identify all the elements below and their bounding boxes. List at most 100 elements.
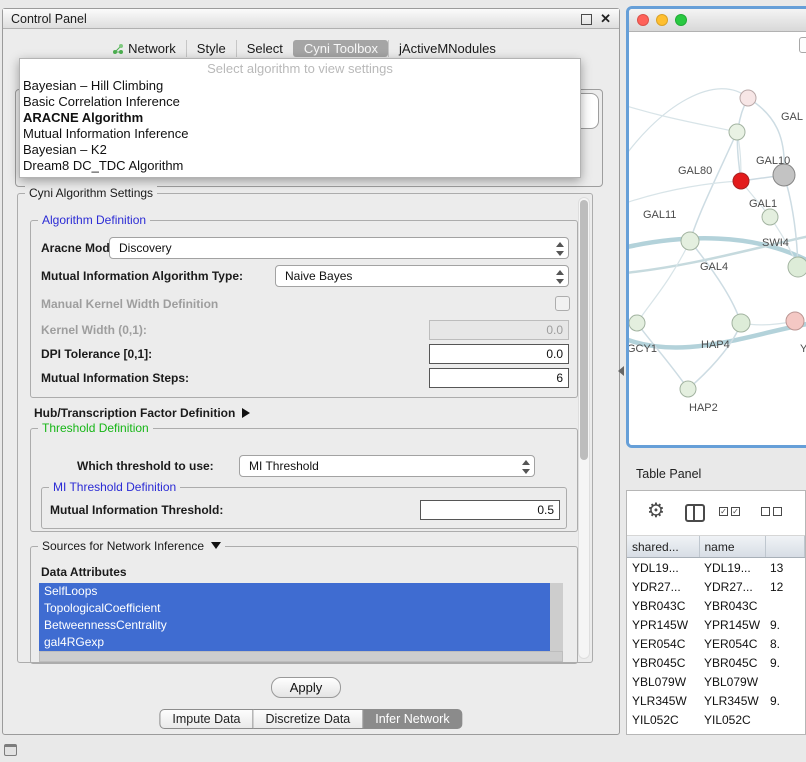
table-cell[interactable] [765,596,805,615]
table-row[interactable]: YBR045CYBR045C9. [627,653,805,672]
column-header-shared-name[interactable]: shared... [627,536,699,558]
table-cell[interactable]: YBR045C [627,653,699,672]
column-header-name[interactable]: name [699,536,765,558]
table-row[interactable]: YDR27...YDR27...12 [627,577,805,596]
algorithm-option-0[interactable]: Bayesian – Hill Climbing [20,78,580,94]
mi-threshold-field[interactable] [420,500,560,520]
network-node[interactable] [729,124,745,140]
algorithm-option-1[interactable]: Basic Correlation Inference [20,94,580,110]
network-edge[interactable] [637,241,690,323]
table-cell[interactable] [765,710,805,729]
attributes-vertical-scrollbar[interactable] [550,583,563,651]
column-header-partial[interactable] [765,536,805,558]
table-row[interactable]: YBL079WYBL079W [627,672,805,691]
settings-scrollbar[interactable] [578,197,590,659]
network-edge[interactable] [637,323,688,389]
table-cell[interactable]: 9. [765,615,805,634]
attribute-item[interactable]: gal4RGexp [39,634,550,651]
tab-network[interactable]: Network [102,40,186,57]
network-node[interactable] [680,381,696,397]
network-edge[interactable] [690,132,737,241]
table-cell[interactable]: 9. [765,691,805,710]
apply-button[interactable]: Apply [271,677,341,698]
network-canvas[interactable]: GALGAL80GAL10GAL11GAL1SWI4GAL4GCY1HAP4HA… [629,32,806,446]
network-node[interactable] [786,312,804,330]
table-cell[interactable]: YDR27... [699,577,765,596]
table-cell[interactable]: 12 [765,577,805,596]
table-cell[interactable]: 9. [765,653,805,672]
table-cell[interactable]: YIL052C [627,710,699,729]
table-cell[interactable]: YLR345W [627,691,699,710]
network-node[interactable] [681,232,699,250]
network-node[interactable] [762,209,778,225]
network-node[interactable] [788,257,806,277]
zoom-window-button[interactable] [675,14,687,26]
float-window-icon[interactable] [581,14,592,25]
table-row[interactable]: YIL052CYIL052C [627,710,805,729]
algorithm-option-5[interactable]: Dream8 DC_TDC Algorithm [20,158,580,174]
tab-impute-data[interactable]: Impute Data [159,709,253,729]
mi-type-combobox[interactable]: Naive Bayes [275,265,569,287]
network-edge[interactable] [629,181,741,207]
table-cell[interactable]: YPR145W [699,615,765,634]
table-row[interactable]: YLR345WYLR345W9. [627,691,805,710]
sources-title[interactable]: Sources for Network Inference [38,539,225,553]
table-cell[interactable]: YDL19... [699,558,765,578]
network-node[interactable] [629,315,645,331]
table-cell[interactable]: 13 [765,558,805,578]
network-edge[interactable] [688,323,741,389]
tab-jactivemodules[interactable]: jActiveMNodules [388,40,506,57]
table-row[interactable]: YBR043CYBR043C [627,596,805,615]
manual-kernel-checkbox[interactable] [555,296,570,311]
tab-select[interactable]: Select [236,40,293,57]
network-window-titlebar[interactable] [629,9,806,32]
attribute-item[interactable]: TopologicalCoefficient [39,600,550,617]
table-cell[interactable]: YER054C [627,634,699,653]
minimized-panel-icon[interactable] [4,744,17,756]
dpi-tolerance-field[interactable] [429,344,569,364]
table-cell[interactable]: YIL052C [699,710,765,729]
settings-scrollbar-thumb[interactable] [580,200,588,460]
minimize-window-button[interactable] [656,14,668,26]
network-node[interactable] [773,164,795,186]
column-selector-icon[interactable] [685,504,705,522]
close-window-button[interactable] [637,14,649,26]
table-cell[interactable]: YBL079W [699,672,765,691]
table-cell[interactable]: YBR043C [699,596,765,615]
attribute-item[interactable]: SelfLoops [39,583,550,600]
algorithm-option-2[interactable]: ARACNE Algorithm [20,110,580,126]
tab-discretize-data[interactable]: Discretize Data [254,709,364,729]
table-cell[interactable]: YBR045C [699,653,765,672]
algorithm-option-4[interactable]: Bayesian – K2 [20,142,580,158]
attribute-item[interactable]: BetweennessCentrality [39,617,550,634]
table-cell[interactable] [765,672,805,691]
overview-toggle-button[interactable] [799,37,806,53]
table-cell[interactable]: YDL19... [627,558,699,578]
table-cell[interactable]: YER054C [699,634,765,653]
table-cell[interactable]: YBL079W [627,672,699,691]
table-cell[interactable]: YLR345W [699,691,765,710]
algorithm-option-3[interactable]: Mutual Information Inference [20,126,580,142]
panel-collapse-handle[interactable] [618,366,624,376]
hub-definition-expander[interactable]: Hub/Transcription Factor Definition [34,406,250,420]
attributes-horizontal-scrollbar[interactable] [39,651,563,662]
table-row[interactable]: YPR145WYPR145W9. [627,615,805,634]
table-cell[interactable]: 8. [765,634,805,653]
network-node[interactable] [740,90,756,106]
which-threshold-combobox[interactable]: MI Threshold [239,455,535,477]
aracne-mode-combobox[interactable]: Discovery [109,237,569,259]
select-all-columns-icon[interactable]: ✓ ✓ [719,507,740,516]
mi-steps-field[interactable] [429,368,569,388]
network-edge[interactable] [629,102,737,132]
tab-infer-network[interactable]: Infer Network [363,709,462,729]
network-node[interactable] [732,314,750,332]
table-cell[interactable]: YPR145W [627,615,699,634]
table-cell[interactable]: YBR043C [627,596,699,615]
close-icon[interactable]: ✕ [600,10,611,28]
table-cell[interactable]: YDR27... [627,577,699,596]
tab-cyni-toolbox[interactable]: Cyni Toolbox [293,40,388,57]
tab-style[interactable]: Style [186,40,236,57]
network-node[interactable] [733,173,749,189]
gear-icon[interactable]: ⚙ [647,498,665,523]
table-row[interactable]: YDL19...YDL19...13 [627,558,805,578]
